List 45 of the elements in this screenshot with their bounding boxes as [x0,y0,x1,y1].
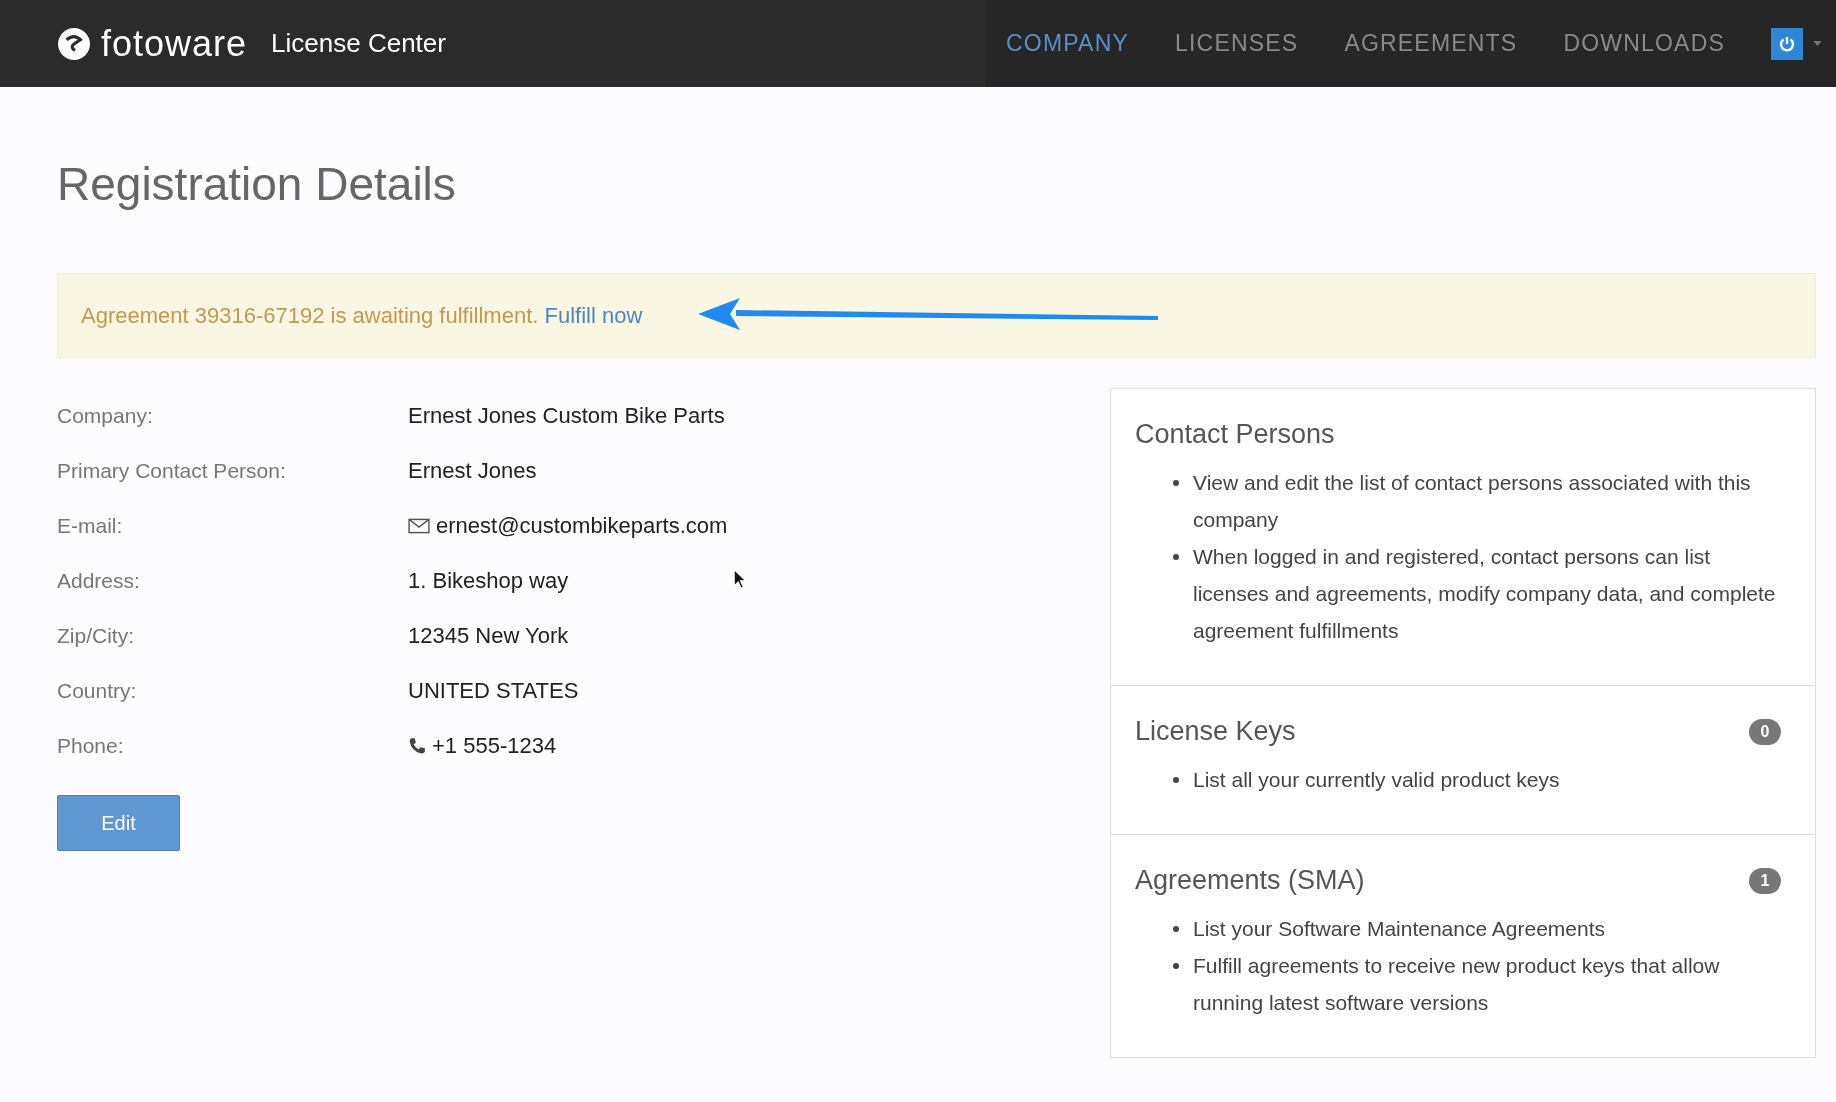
panel-text: List all your currently valid product keys [1193,767,1560,793]
field-value: +1 555-1234 [432,732,557,759]
app-title: License Center [271,28,446,59]
nav-tab[interactable]: COMPANY [1006,30,1129,57]
field-label: E-mail: [57,513,124,538]
envelope-icon [408,517,430,534]
phone-icon [408,736,426,755]
power-button[interactable] [1771,27,1803,60]
caret-icon[interactable] [1813,41,1822,46]
alert-message: Agreement 39316-67192 is awaiting fulfillment. Fulfill now [81,302,643,329]
bullet-icon [1173,554,1179,560]
brand-name[interactable]: fotoware [101,22,248,65]
bullet-icon [1173,963,1179,969]
field-label: Phone: [57,733,125,758]
field-label: Zip/City: [57,623,135,648]
panel-text: Fulfill agreements to receive new product keys that allow running latest software versions [1193,953,1721,1016]
edit-button[interactable]: Edit [57,795,180,851]
nav-tab[interactable]: LICENSES [1175,30,1299,57]
field-label: Address: [57,568,141,593]
mouse-pointer-icon [733,568,747,590]
field-value: UNITED STATES [408,677,579,704]
field-value: Ernest Jones Custom Bike Parts [408,402,725,429]
logo-icon [57,26,91,61]
panel-text: View and edit the list of contact persons associated with this company [1193,470,1752,533]
field-label: Primary Contact Person: [57,458,287,483]
bullet-icon [1173,777,1179,783]
fulfill-link[interactable]: Fulfill now [544,302,643,328]
field-label: Company: [57,403,154,428]
bullet-icon [1173,480,1179,486]
page-title: Registration Details [57,157,457,211]
panel-text: List your Software Maintenance Agreements [1193,916,1606,942]
panel-title[interactable]: Contact Persons [1135,419,1335,450]
panel-text: When logged in and registered, contact persons can list licenses and agreements, modify company data, and complete agreement fulfillments [1193,544,1777,644]
count-badge: 0 [1749,718,1781,745]
field-value: 1. Bikeshop way [408,567,569,594]
count-badge: 1 [1749,867,1781,894]
field-label: Country: [57,678,138,703]
bullet-icon [1173,926,1179,932]
field-value: Ernest Jones [408,457,537,484]
field-value: ernest@custombikeparts.com [436,512,728,539]
field-value: 12345 New York [408,622,569,649]
nav-tab[interactable]: AGREEMENTS [1344,30,1518,57]
nav-tab[interactable]: DOWNLOADS [1563,30,1725,57]
panel-title[interactable]: Agreements (SMA) [1135,865,1365,896]
panel-title[interactable]: License Keys [1135,716,1296,747]
